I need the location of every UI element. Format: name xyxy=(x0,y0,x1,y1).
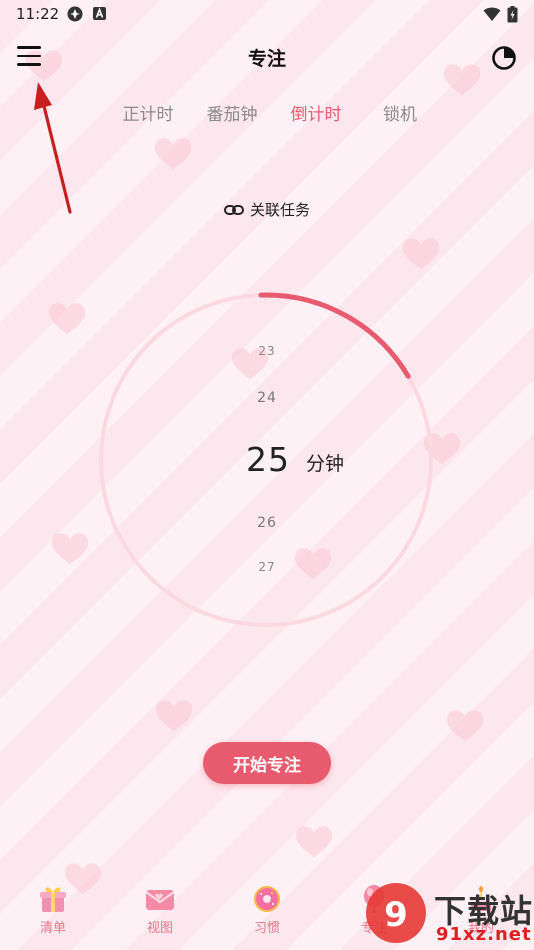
picker-value: 23 xyxy=(258,344,276,358)
status-time: 11:22 xyxy=(16,5,60,23)
picker-value: 24 xyxy=(257,390,277,406)
donut-icon xyxy=(254,886,280,912)
link-task-label: 关联任务 xyxy=(249,201,310,219)
envelope-icon xyxy=(145,890,175,910)
start-focus-button[interactable]: 开始专注 xyxy=(203,742,331,784)
nav-item-list[interactable]: 清单 xyxy=(23,884,83,936)
link-icon xyxy=(223,204,244,215)
gift-icon xyxy=(40,887,66,912)
link-task-button[interactable]: 关联任务 xyxy=(0,199,534,220)
nav-label: 清单 xyxy=(39,921,66,936)
tab-pomodoro[interactable]: 番茄钟 xyxy=(190,100,274,125)
watermark-logo: 9 xyxy=(366,883,426,943)
picker-value: 27 xyxy=(258,560,276,574)
picker-selected-value: 25 xyxy=(246,440,290,479)
tab-count-up[interactable]: 正计时 xyxy=(106,100,190,125)
nav-label: 视图 xyxy=(146,921,173,936)
wifi-icon xyxy=(483,7,501,21)
page-title: 专注 xyxy=(247,48,286,70)
a-badge-icon xyxy=(93,7,106,20)
sync-icon xyxy=(67,6,83,22)
picker-value: 26 xyxy=(257,515,277,531)
svg-text:9: 9 xyxy=(384,895,408,935)
tab-lock[interactable]: 锁机 xyxy=(358,100,442,125)
watermark-url: 91xz.net xyxy=(436,924,532,945)
battery-icon xyxy=(507,6,518,23)
timer-mode-tabs: 正计时 番茄钟 倒计时 锁机 xyxy=(0,100,534,125)
tab-countdown[interactable]: 倒计时 xyxy=(274,100,358,125)
picker-unit: 分钟 xyxy=(306,453,345,475)
nav-label: 习惯 xyxy=(253,921,280,936)
nav-item-view[interactable]: 视图 xyxy=(130,884,190,936)
nav-item-habit[interactable]: 习惯 xyxy=(237,884,297,936)
pie-chart-icon[interactable] xyxy=(490,44,518,72)
